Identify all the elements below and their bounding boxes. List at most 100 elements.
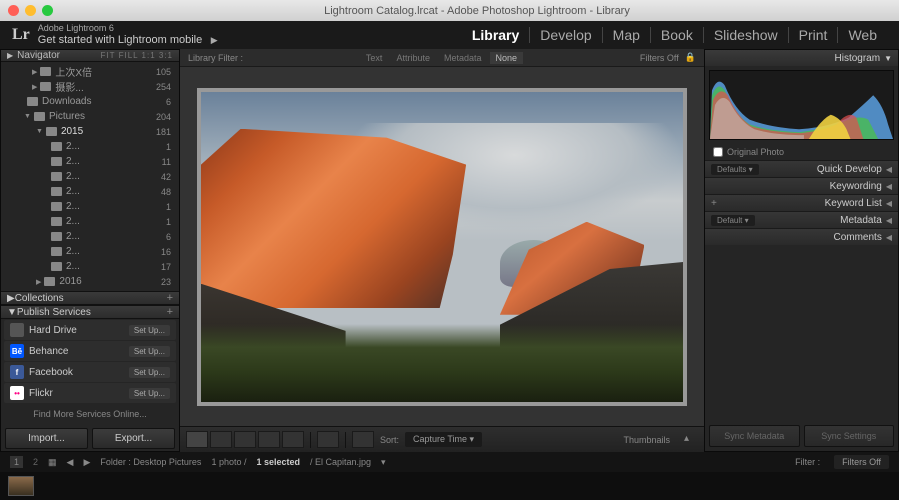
left-panel: ▶ Navigator FIT FILL 1:1 3:1 ▶上次X倍105▶摄影… bbox=[0, 49, 180, 452]
folder-name: 2... bbox=[66, 186, 80, 197]
publish-service-item[interactable]: ••FlickrSet Up... bbox=[4, 383, 176, 403]
folder-row[interactable]: 2...42 bbox=[1, 169, 179, 184]
add-collection-button[interactable]: + bbox=[167, 292, 173, 304]
folder-row[interactable]: 2...1 bbox=[1, 199, 179, 214]
folder-row[interactable]: 2...11 bbox=[1, 154, 179, 169]
folder-row[interactable]: 2...16 bbox=[1, 244, 179, 259]
minimize-window-button[interactable] bbox=[25, 5, 36, 16]
chevron-down-icon[interactable]: ▾ bbox=[381, 457, 386, 468]
filter-tab-attribute[interactable]: Attribute bbox=[390, 52, 436, 64]
publish-service-item[interactable]: f Facebook Set Up... bbox=[4, 362, 176, 382]
quick-develop-preset[interactable]: Defaults ▾ bbox=[711, 164, 759, 175]
module-develop[interactable]: Develop bbox=[530, 27, 602, 43]
publish-service-item[interactable]: BēBehanceSet Up... bbox=[4, 341, 176, 361]
add-keyword-button[interactable]: + bbox=[711, 198, 717, 209]
mobile-tagline[interactable]: Get started with Lightroom mobile bbox=[38, 34, 202, 46]
publish-service-item[interactable]: Hard DriveSet Up... bbox=[4, 320, 176, 340]
folder-row[interactable]: Downloads6 bbox=[1, 94, 179, 109]
folder-tree: ▶上次X倍105▶摄影...254Downloads6▼Pictures204▼… bbox=[1, 62, 179, 291]
navigator-zoom-options[interactable]: FIT FILL 1:1 3:1 bbox=[101, 51, 173, 60]
module-web[interactable]: Web bbox=[838, 27, 887, 43]
add-publish-service-button[interactable]: + bbox=[167, 306, 173, 318]
survey-view-button[interactable] bbox=[258, 431, 280, 448]
module-map[interactable]: Map bbox=[603, 27, 651, 43]
folder-name: 摄影... bbox=[55, 79, 83, 94]
module-print[interactable]: Print bbox=[789, 27, 839, 43]
keyword-list-header[interactable]: + Keyword List ◀ bbox=[705, 194, 898, 211]
setup-button[interactable]: Set Up... bbox=[129, 346, 170, 357]
folder-name: 2... bbox=[66, 171, 80, 182]
export-button[interactable]: Export... bbox=[92, 428, 175, 449]
module-library[interactable]: Library bbox=[462, 27, 530, 43]
import-button[interactable]: Import... bbox=[5, 428, 88, 449]
sync-settings-button[interactable]: Sync Settings bbox=[804, 425, 895, 447]
setup-button[interactable]: Set Up... bbox=[129, 325, 170, 336]
service-name: Behance bbox=[29, 346, 68, 357]
lock-icon[interactable]: 🔒 bbox=[685, 52, 696, 63]
folder-row[interactable]: ▼2015181 bbox=[1, 124, 179, 139]
folder-row[interactable]: ▶摄影...254 bbox=[1, 79, 179, 94]
filter-tab-none[interactable]: None bbox=[490, 52, 524, 64]
original-photo-input[interactable] bbox=[713, 147, 723, 157]
service-icon: f bbox=[10, 365, 24, 379]
folder-row[interactable]: 2...1 bbox=[1, 139, 179, 154]
metadata-preset[interactable]: Default ▾ bbox=[711, 215, 755, 226]
grid-icon[interactable]: ▦ bbox=[48, 457, 57, 468]
keywording-header[interactable]: Keywording ◀ bbox=[705, 177, 898, 194]
painter-tool-button[interactable] bbox=[317, 431, 339, 448]
filmstrip-thumbnail[interactable] bbox=[8, 476, 34, 496]
library-filter-bar: Library Filter : Text Attribute Metadata… bbox=[180, 49, 704, 67]
folder-count: 48 bbox=[161, 187, 171, 197]
folder-row[interactable]: 2... 48 bbox=[1, 184, 179, 199]
thumbnail-size-slider[interactable]: ▴ bbox=[684, 433, 698, 447]
caret-icon: ◀ bbox=[886, 233, 892, 242]
folder-row[interactable]: ▶上次X倍105 bbox=[1, 64, 179, 79]
find-more-services-link[interactable]: Find More Services Online... bbox=[1, 404, 179, 424]
zoom-window-button[interactable] bbox=[42, 5, 53, 16]
sort-direction-button[interactable] bbox=[352, 431, 374, 448]
caret-icon: ◀ bbox=[886, 182, 892, 191]
window-controls bbox=[8, 5, 53, 16]
filter-status[interactable]: Filters Off bbox=[640, 53, 679, 63]
collections-header[interactable]: ▶ Collections + bbox=[1, 291, 179, 305]
compare-view-button[interactable] bbox=[234, 431, 256, 448]
folder-row[interactable]: ▼Pictures204 bbox=[1, 109, 179, 124]
people-view-button[interactable] bbox=[282, 431, 304, 448]
back-button[interactable]: ◀ bbox=[67, 457, 74, 468]
publish-services-list: Hard DriveSet Up...BēBehanceSet Up...fFa… bbox=[1, 319, 179, 404]
folder-row[interactable]: 2...6 bbox=[1, 229, 179, 244]
publish-services-header[interactable]: ▼ Publish Services + bbox=[1, 305, 179, 319]
source-folder[interactable]: Folder : Desktop Pictures bbox=[100, 457, 201, 467]
filter-tab-metadata[interactable]: Metadata bbox=[438, 52, 488, 64]
filter-tab-text[interactable]: Text bbox=[360, 52, 389, 64]
module-slideshow[interactable]: Slideshow bbox=[704, 27, 789, 43]
histogram-header[interactable]: Histogram ▼ bbox=[705, 50, 898, 66]
close-window-button[interactable] bbox=[8, 5, 19, 16]
filmstrip[interactable] bbox=[0, 472, 899, 500]
comments-header[interactable]: Comments ◀ bbox=[705, 228, 898, 245]
folder-row[interactable]: 2...17 bbox=[1, 259, 179, 274]
original-photo-checkbox[interactable]: Original Photo bbox=[705, 144, 898, 160]
view-toolbar: Sort: Capture Time ▾ Thumbnails ▴ bbox=[180, 426, 704, 452]
setup-button[interactable]: Set Up... bbox=[129, 367, 170, 378]
loupe-view-button[interactable] bbox=[210, 431, 232, 448]
filmstrip-filter-dropdown[interactable]: Filters Off bbox=[834, 455, 889, 469]
quick-develop-header[interactable]: Defaults ▾ Quick Develop ◀ bbox=[705, 160, 898, 177]
histogram-display[interactable] bbox=[709, 70, 894, 140]
grid-view-button[interactable] bbox=[186, 431, 208, 448]
folder-icon bbox=[51, 262, 62, 271]
loupe-view[interactable] bbox=[180, 67, 704, 426]
metadata-header[interactable]: Default ▾ Metadata ◀ bbox=[705, 211, 898, 228]
setup-button[interactable]: Set Up... bbox=[129, 388, 170, 399]
navigator-header[interactable]: ▶ Navigator FIT FILL 1:1 3:1 bbox=[1, 50, 179, 62]
second-window-toggle[interactable]: 2 bbox=[33, 457, 38, 467]
folder-row[interactable]: 2...1 bbox=[1, 214, 179, 229]
second-window-button[interactable]: 1 bbox=[10, 456, 23, 468]
folder-row[interactable]: ▶201623 bbox=[1, 274, 179, 289]
module-book[interactable]: Book bbox=[651, 27, 704, 43]
sort-dropdown[interactable]: Capture Time ▾ bbox=[405, 432, 482, 447]
forward-button[interactable]: ▶ bbox=[83, 457, 90, 468]
folder-count: 17 bbox=[161, 262, 171, 272]
sync-metadata-button[interactable]: Sync Metadata bbox=[709, 425, 800, 447]
service-name: Facebook bbox=[29, 367, 73, 378]
